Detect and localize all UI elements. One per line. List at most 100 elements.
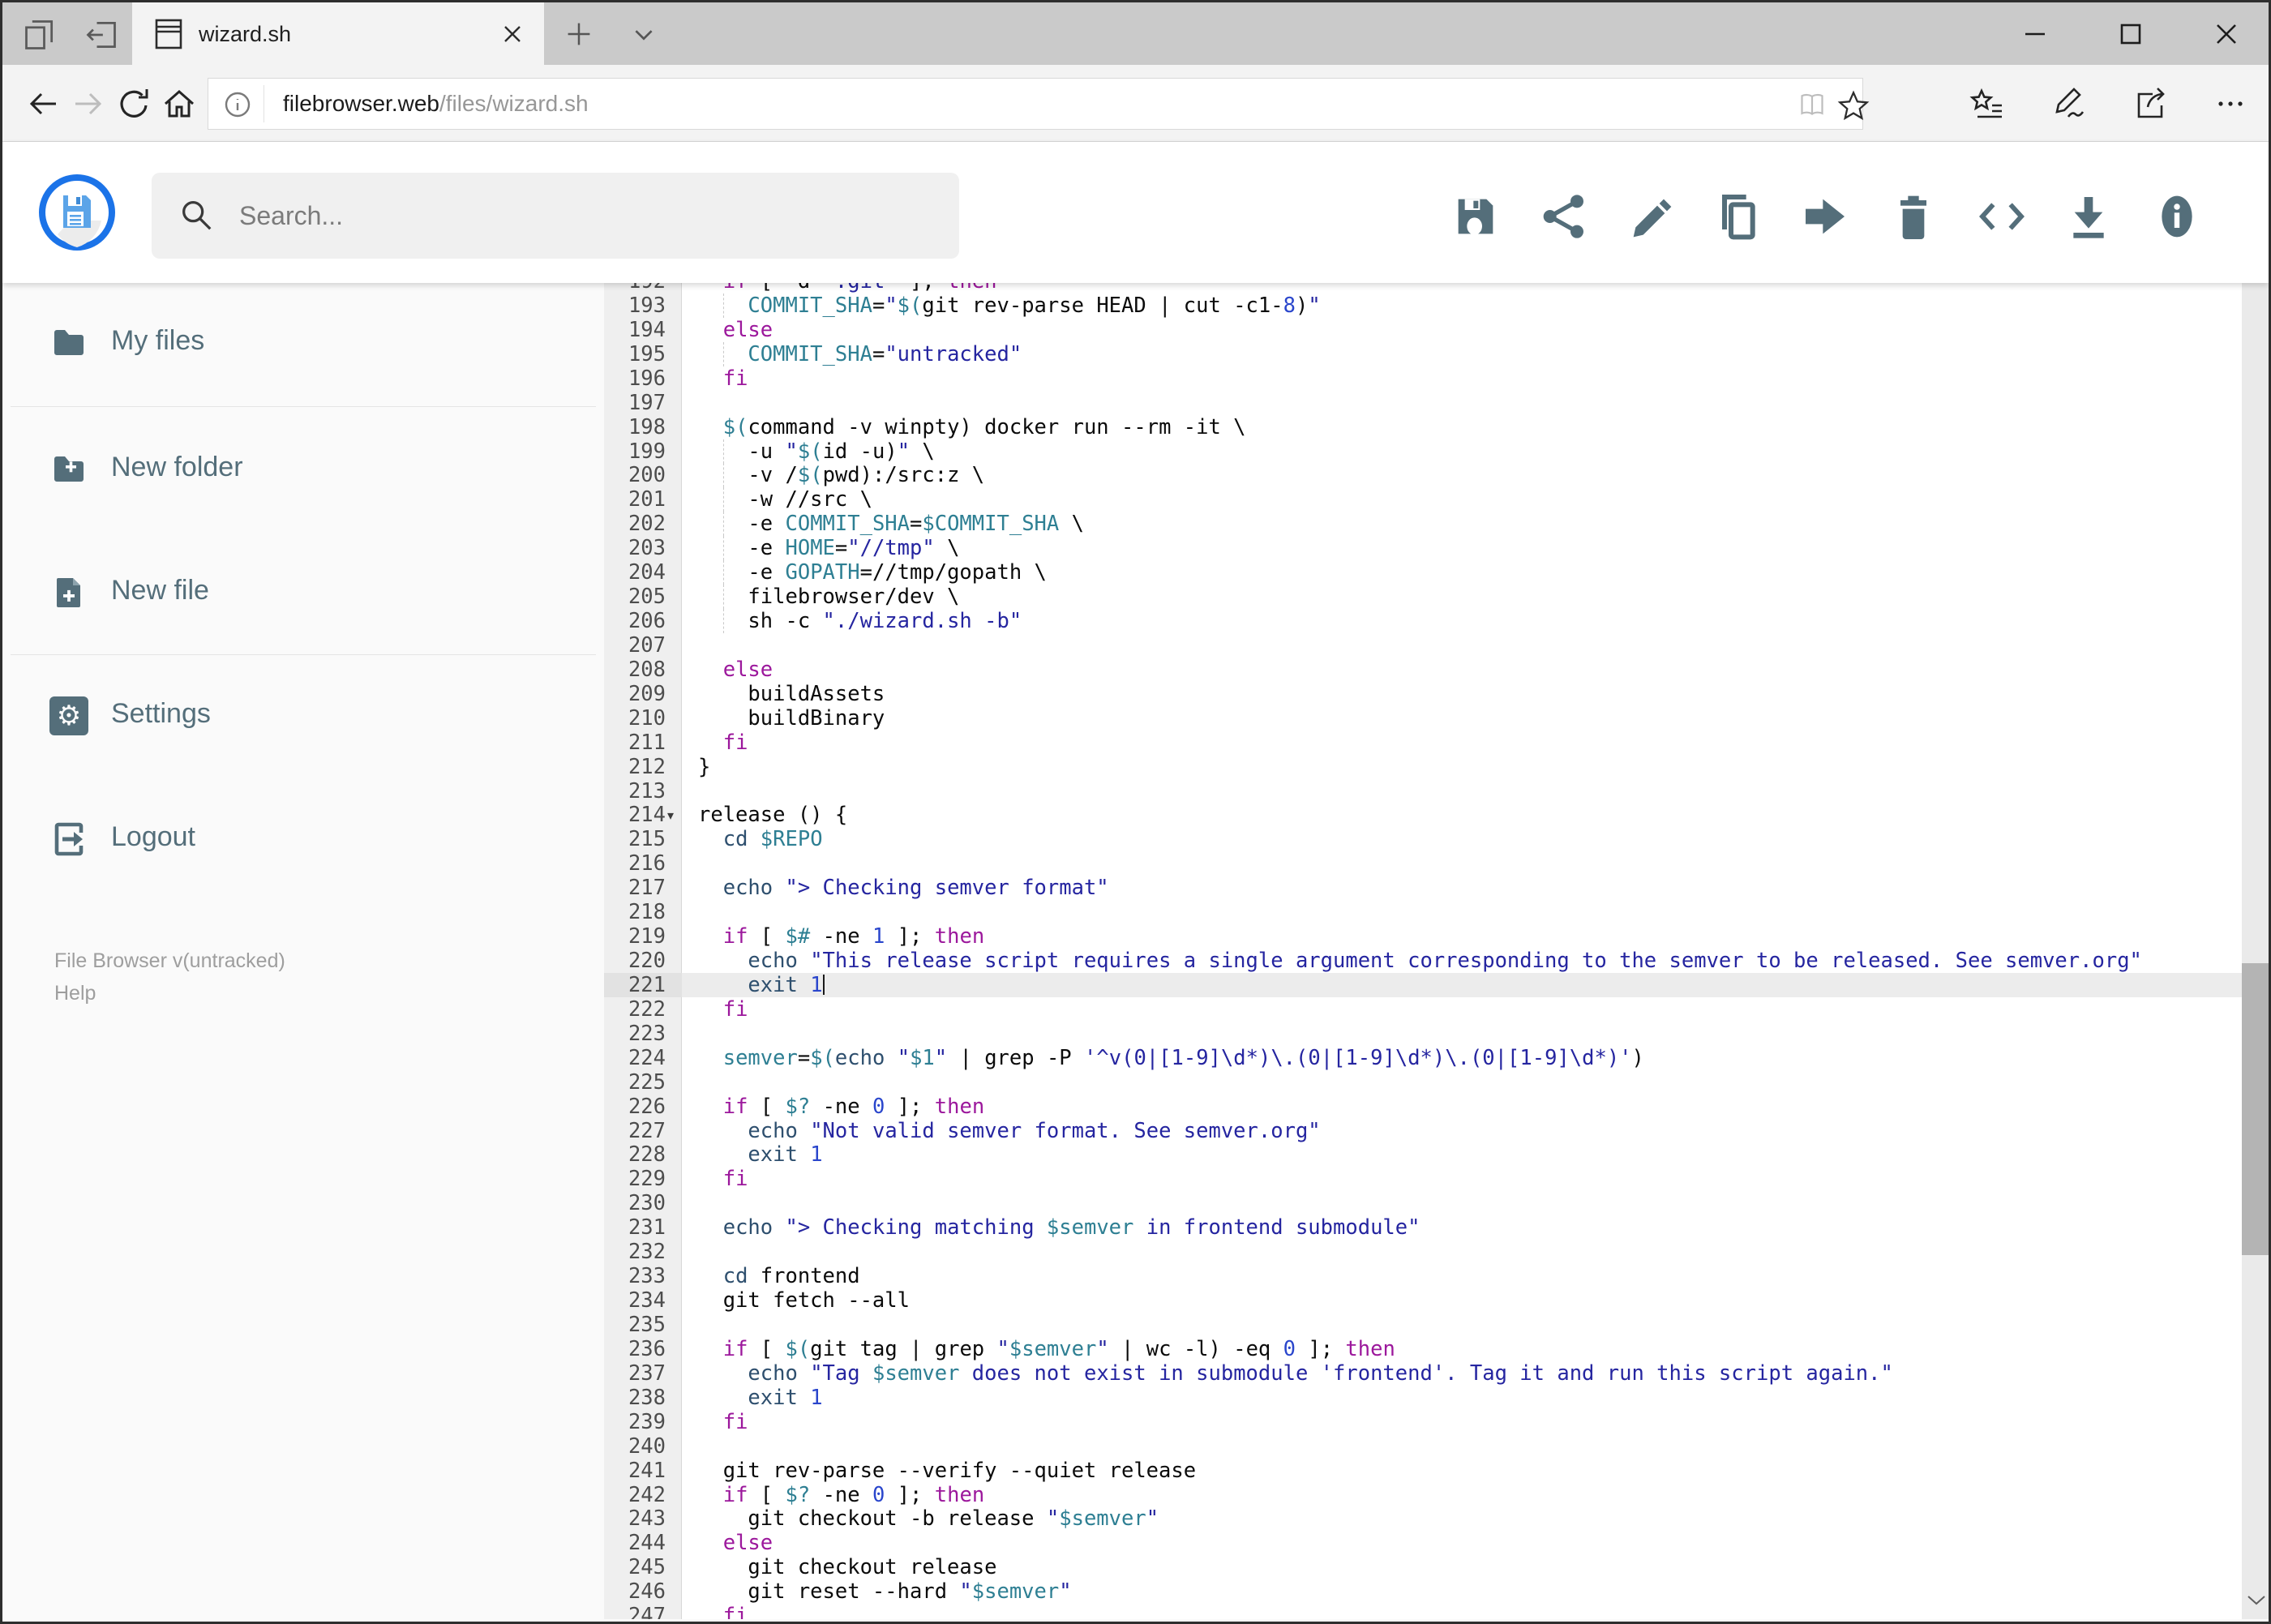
code-line[interactable]: 247 fi (604, 1604, 2242, 1619)
tab-list-chevron-icon[interactable] (625, 15, 662, 53)
address-url[interactable]: filebrowser.web/files/wizard.sh (283, 91, 589, 117)
code-line[interactable]: 198 $(command -v winpty) docker run --rm… (604, 415, 2242, 439)
code-line[interactable]: 234 git fetch --all (604, 1288, 2242, 1313)
code-line[interactable]: 231 echo "> Checking matching $semver in… (604, 1215, 2242, 1240)
window-minimize-button[interactable] (1999, 14, 2072, 54)
code-line[interactable]: 209 buildAssets (604, 682, 2242, 706)
code-line[interactable]: 214 ▾ release () { (604, 803, 2242, 827)
scrollbar-thumb[interactable] (2242, 963, 2269, 1255)
filebrowser-logo[interactable] (38, 174, 116, 251)
code-line[interactable]: 238 exit 1 (604, 1386, 2242, 1410)
code-line[interactable]: 210 buildBinary (604, 706, 2242, 731)
tab-close-icon[interactable] (499, 20, 526, 48)
scrollbar-track[interactable] (2242, 212, 2269, 1619)
code-line[interactable]: 216 (604, 851, 2242, 876)
code-line[interactable]: 230 (604, 1191, 2242, 1215)
tab-preview-icon[interactable] (22, 17, 58, 53)
code-line[interactable]: 245 git checkout release (604, 1555, 2242, 1579)
address-bar[interactable]: filebrowser.web/files/wizard.sh (208, 78, 1870, 130)
code-line[interactable]: 199 -u "$(id -u)" \ (604, 439, 2242, 464)
code-line[interactable]: 232 (604, 1240, 2242, 1264)
code-line[interactable]: 197 (604, 391, 2242, 415)
code-line[interactable]: 243 git checkout -b release "$semver" (604, 1506, 2242, 1531)
rename-icon[interactable] (1625, 191, 1677, 242)
code-editor[interactable]: 192 if [ -d ".git" ]; then193 COMMIT_SHA… (604, 283, 2242, 1619)
code-line-active[interactable]: 221 exit 1 (604, 972, 2242, 997)
home-icon[interactable] (160, 84, 199, 123)
set-tabs-aside-icon[interactable] (84, 17, 119, 53)
code-line[interactable]: 225 (604, 1070, 2242, 1095)
code-line[interactable]: 195 COMMIT_SHA="untracked" (604, 341, 2242, 366)
code-line[interactable]: 227 echo "Not valid semver format. See s… (604, 1119, 2242, 1143)
code-line[interactable]: 235 (604, 1313, 2242, 1337)
code-line[interactable]: 196 fi (604, 366, 2242, 391)
sidebar-item-new-file[interactable]: New file (2, 554, 604, 632)
code-line[interactable]: 228 exit 1 (604, 1142, 2242, 1167)
share-file-icon[interactable] (1538, 191, 1590, 242)
search-box[interactable] (152, 173, 959, 259)
code-line[interactable]: 192 if [ -d ".git" ]; then (604, 283, 2242, 294)
code-line[interactable]: 226 if [ $? -ne 0 ]; then (604, 1095, 2242, 1119)
hub-favorites-icon[interactable] (1968, 84, 2007, 123)
sidebar-item-new-folder[interactable]: New folder (2, 431, 604, 508)
code-line[interactable]: 208 else (604, 658, 2242, 682)
code-line[interactable]: 213 (604, 779, 2242, 803)
fold-arrow-icon[interactable]: ▾ (667, 803, 674, 828)
code-line[interactable]: 242 if [ $? -ne 0 ]; then (604, 1483, 2242, 1507)
copy-icon[interactable] (1712, 191, 1763, 242)
code-line[interactable]: 229 fi (604, 1167, 2242, 1191)
window-close-button[interactable] (2190, 14, 2263, 54)
code-line[interactable]: 236 if [ $(git tag | grep "$semver" | wc… (604, 1337, 2242, 1361)
delete-icon[interactable] (1888, 191, 1939, 242)
move-icon[interactable] (1799, 191, 1851, 242)
code-line[interactable]: 240 (604, 1434, 2242, 1459)
code-line[interactable]: 200 -v /$(pwd):/src:z \ (604, 463, 2242, 488)
new-tab-icon[interactable] (560, 15, 598, 53)
code-line[interactable]: 237 echo "Tag $semver does not exist in … (604, 1361, 2242, 1386)
tab-wizard-sh[interactable]: wizard.sh (132, 2, 544, 65)
window-maximize-button[interactable] (2094, 14, 2167, 54)
code-line[interactable]: 217 echo "> Checking semver format" (604, 876, 2242, 900)
vertical-scrollbar[interactable] (2242, 142, 2269, 1619)
search-input[interactable] (238, 173, 935, 259)
code-line[interactable]: 224 semver=$(echo "$1" | grep -P '^v(0|[… (604, 1046, 2242, 1070)
code-line[interactable]: 193 COMMIT_SHA="$(git rev-parse HEAD | c… (604, 293, 2242, 318)
raw-code-icon[interactable] (1976, 191, 2028, 242)
code-line[interactable]: 206 sh -c "./wizard.sh -b" (604, 609, 2242, 634)
favorite-star-icon[interactable] (1836, 88, 1870, 121)
code-line[interactable]: 222 fi (604, 997, 2242, 1022)
page-info-icon[interactable] (221, 88, 254, 121)
code-line[interactable]: 244 else (604, 1531, 2242, 1555)
code-line[interactable]: 219 if [ $# -ne 1 ]; then (604, 924, 2242, 949)
code-line[interactable]: 246 git reset --hard "$semver" (604, 1579, 2242, 1604)
code-line[interactable]: 211 fi (604, 731, 2242, 755)
forward-icon[interactable] (69, 84, 108, 123)
reading-view-icon[interactable] (1796, 88, 1828, 121)
code-line[interactable]: 220 echo "This release script requires a… (604, 949, 2242, 973)
code-line[interactable]: 215 cd $REPO (604, 827, 2242, 851)
info-icon[interactable] (2151, 191, 2203, 242)
sidebar-item-logout[interactable]: Logout (2, 800, 604, 878)
code-line[interactable]: 207 (604, 633, 2242, 658)
code-line[interactable]: 233 cd frontend (604, 1264, 2242, 1288)
code-line[interactable]: 204 -e GOPATH=//tmp/gopath \ (604, 560, 2242, 585)
download-icon[interactable] (2063, 191, 2115, 242)
annotate-pen-icon[interactable] (2049, 84, 2088, 123)
refresh-icon[interactable] (114, 84, 153, 123)
code-line[interactable]: 205 filebrowser/dev \ (604, 585, 2242, 610)
share-icon[interactable] (2130, 84, 2169, 123)
code-line[interactable]: 239 fi (604, 1410, 2242, 1434)
help-link[interactable]: Help (54, 982, 96, 1005)
code-line[interactable]: 203 -e HOME="//tmp" \ (604, 536, 2242, 561)
back-icon[interactable] (24, 84, 62, 123)
more-icon[interactable] (2211, 84, 2250, 123)
code-line[interactable]: 241 git rev-parse --verify --quiet relea… (604, 1459, 2242, 1483)
code-line[interactable]: 202 -e COMMIT_SHA=$COMMIT_SHA \ (604, 512, 2242, 537)
sidebar-item-settings[interactable]: ⚙ Settings (2, 677, 604, 755)
code-line[interactable]: 218 (604, 900, 2242, 924)
save-icon[interactable] (1450, 191, 1502, 242)
code-line[interactable]: 223 (604, 1022, 2242, 1046)
code-line[interactable]: 194 else (604, 318, 2242, 342)
code-line[interactable]: 212} (604, 755, 2242, 779)
sidebar-item-my-files[interactable]: My files (2, 304, 604, 382)
